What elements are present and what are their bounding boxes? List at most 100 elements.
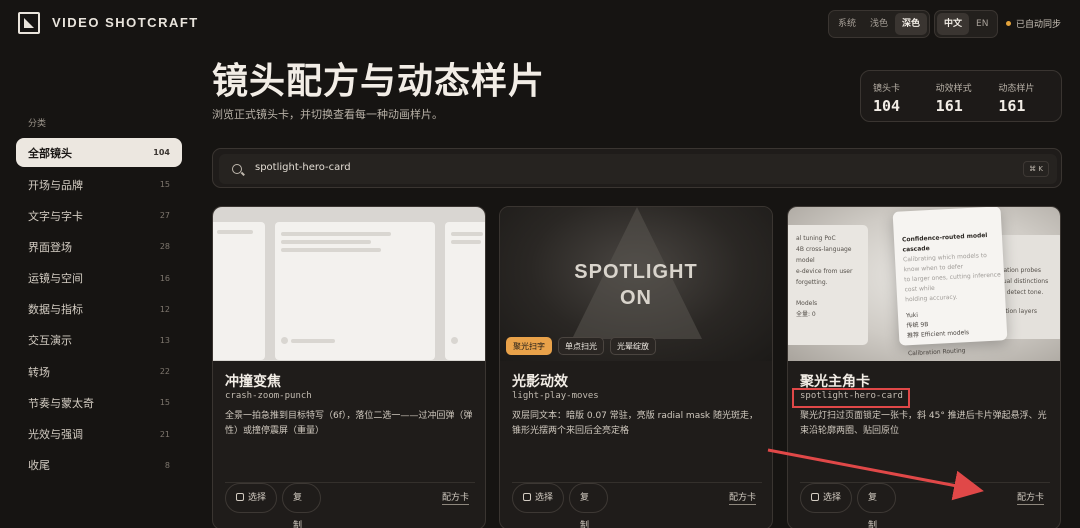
mock-text: forgetting. (796, 279, 828, 286)
sidebar-item-count: 12 (159, 304, 170, 314)
checkbox-icon (236, 493, 244, 501)
page-title: 镜头配方与动态样片 (212, 61, 546, 102)
card-thumbnail (213, 207, 485, 361)
sidebar-item-rhythm[interactable]: 节奏与蒙太奇 15 (16, 387, 182, 418)
lang-option-en[interactable]: EN (969, 13, 995, 35)
stat-value: 104 (873, 97, 901, 115)
sidebar-item-label: 开场与品牌 (28, 178, 83, 192)
mock-text: rtual distinctions (998, 278, 1049, 285)
select-button[interactable]: 选择 (512, 483, 565, 513)
mock-text: Yuki (905, 311, 919, 320)
sidebar-item-count: 15 (159, 180, 170, 189)
mock-text: ulation probes (998, 267, 1041, 274)
sidebar-item-camera[interactable]: 运镜与空间 16 (16, 263, 182, 294)
mock-card-hero: Confidence-routed model cascade Calibrat… (892, 207, 1008, 357)
select-button[interactable]: 选择 (225, 483, 278, 513)
sidebar-item-text[interactable]: 文字与字卡 27 (16, 200, 182, 231)
stat-label: 动效样式 (935, 84, 972, 94)
mock-text: 9B (920, 321, 929, 329)
theme-option-dark[interactable]: 深色 (895, 13, 928, 35)
sidebar-item-opening[interactable]: 开场与品牌 15 (16, 169, 182, 200)
sidebar-heading: 分类 (28, 119, 47, 129)
copy-button[interactable]: 复制 (282, 483, 321, 528)
sidebar-item-count: 22 (159, 367, 170, 377)
card-footer: 选择 复制 配方卡 (225, 482, 475, 528)
recipe-link[interactable]: 配方卡 (728, 493, 756, 505)
sidebar-item-all[interactable]: 全部镜头 104 (16, 138, 182, 167)
card-thumbnail: al tuning PoC 4B cross-language model e-… (788, 207, 1060, 361)
sidebar-item-label: 转场 (28, 365, 50, 379)
mock-text: Calibration (907, 348, 941, 358)
sidebar-item-ending[interactable]: 收尾 8 (16, 450, 182, 481)
stat-motion-styles: 动效样式 161 (936, 81, 999, 121)
sync-status: 已自动同步 (1006, 17, 1061, 30)
sidebar-item-label: 交互演示 (28, 334, 72, 348)
card-title: 冲撞变焦 (225, 374, 281, 390)
mock-text: Models (796, 300, 818, 307)
stat-label: 镜头卡 (873, 84, 901, 94)
mock-avatar (281, 337, 288, 344)
copy-button[interactable]: 复制 (569, 483, 608, 528)
mock-text: Efficient models (920, 329, 970, 339)
select-label: 选择 (535, 493, 554, 503)
theme-switcher: 系统 浅色 深色 (828, 10, 931, 38)
card-thumbnail: SPOTLIGHT ON 聚光扫字 单点扫光 光晕绽放 (500, 207, 772, 361)
sidebar-item-count: 8 (164, 460, 170, 470)
card-slug: crash-zoom-punch (225, 391, 312, 401)
sidebar-item-interaction[interactable]: 交互演示 13 (16, 325, 182, 356)
top-bar: VIDEO SHOTCRAFT 系统 浅色 深色 中文 EN 已自动同步 (0, 0, 1080, 48)
card-description: 聚光灯扫过页面锁定一张卡，斜 45° 推进后卡片弹起悬浮、光束沿轮廓两圈、贴回原… (800, 411, 1047, 436)
search-input[interactable]: spotlight-hero-card ⌘ K (219, 154, 1057, 184)
mock-text: nation layers (998, 308, 1038, 315)
mock-bar (281, 232, 391, 236)
spotlight-line-1: SPOTLIGHT (574, 261, 698, 283)
mock-text: 全量: 0 (796, 311, 816, 318)
mock-bar (281, 240, 371, 244)
card-description: 双层同文本：暗版 0.07 常驻，亮版 radial mask 随光斑走，锥形光… (512, 411, 758, 436)
shot-card[interactable]: al tuning PoC 4B cross-language model e-… (787, 206, 1061, 528)
mock-panel-right (445, 222, 485, 360)
card-description: 全景一拍急推到目标特写（6f），落位二选一——过冲回弹（弹性）或撞停震屏（重量） (225, 411, 473, 436)
sidebar-item-count: 21 (159, 429, 170, 439)
sidebar-item-ui-entrance[interactable]: 界面登场 28 (16, 231, 182, 262)
checkbox-icon (811, 493, 819, 501)
sidebar-item-count: 28 (159, 242, 170, 252)
mock-text: 推荐 (906, 331, 920, 340)
search-icon (232, 164, 242, 174)
variant-tag-active[interactable]: 聚光扫字 (506, 337, 552, 355)
mock-card-left: al tuning PoC 4B cross-language model e-… (788, 225, 868, 345)
sidebar-item-label: 节奏与蒙太奇 (28, 396, 94, 410)
stat-value: 161 (998, 97, 1026, 115)
mock-text: e-device from user (796, 268, 853, 275)
sidebar-item-label: 界面登场 (28, 240, 72, 254)
theme-option-system[interactable]: 系统 (831, 13, 863, 35)
copy-button[interactable]: 复制 (857, 483, 896, 528)
select-label: 选择 (248, 493, 267, 503)
mock-text: 传统 (906, 321, 919, 330)
mock-bar (291, 339, 335, 343)
variant-tag[interactable]: 光晕绽放 (610, 337, 656, 355)
mock-bar (281, 248, 381, 252)
sidebar-item-transition[interactable]: 转场 22 (16, 356, 182, 387)
search-value: spotlight-hero-card (255, 162, 351, 173)
sidebar-item-data[interactable]: 数据与指标 12 (16, 294, 182, 325)
card-title: 光影动效 (512, 374, 568, 390)
variant-tag[interactable]: 单点扫光 (558, 337, 604, 355)
sidebar-item-light[interactable]: 光效与强调 21 (16, 419, 182, 450)
category-sidebar: 全部镜头 104 开场与品牌 15 文字与字卡 27 界面登场 28 运镜与空间 16 数… (16, 138, 182, 481)
recipe-link[interactable]: 配方卡 (1016, 493, 1044, 505)
card-slug: light-play-moves (512, 391, 599, 401)
lang-option-zh[interactable]: 中文 (937, 13, 970, 35)
stat-shot-cards: 镜头卡 104 (873, 81, 936, 121)
stat-label: 动态样片 (998, 84, 1035, 94)
theme-option-light[interactable]: 浅色 (863, 13, 895, 35)
shot-card[interactable]: 冲撞变焦 crash-zoom-punch 全景一拍急推到目标特写（6f），落位… (212, 206, 486, 528)
language-switcher: 中文 EN (934, 10, 999, 38)
sidebar-item-label: 全部镜头 (28, 146, 72, 160)
shot-card[interactable]: SPOTLIGHT ON 聚光扫字 单点扫光 光晕绽放 光影动效 light-p… (499, 206, 773, 528)
mock-text: al tuning PoC (796, 235, 836, 242)
mock-bar (451, 232, 483, 236)
recipe-link[interactable]: 配方卡 (441, 493, 469, 505)
sidebar-item-label: 数据与指标 (28, 303, 83, 317)
select-button[interactable]: 选择 (800, 483, 853, 513)
